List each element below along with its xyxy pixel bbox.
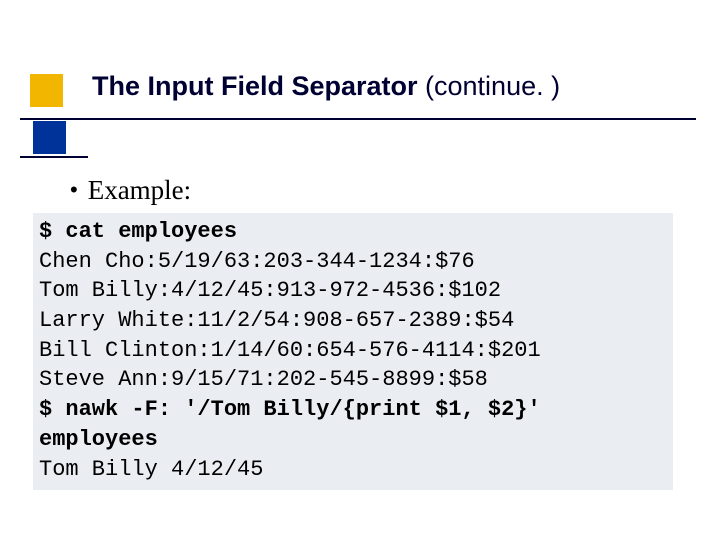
code-line: Tom Billy:4/12/45:913-972-4536:$102 <box>39 278 501 303</box>
code-line: Steve Ann:9/15/71:202-545-8899:$58 <box>39 367 488 392</box>
title-underline <box>20 118 696 120</box>
code-cmd-cat: $ cat employees <box>39 219 237 244</box>
code-cmd-nawk: $ nawk -F: '/Tom Billy/{print $1, $2}' <box>39 397 541 422</box>
slide-title: The Input Field Separator (continue. ) <box>92 70 680 104</box>
bullet-text: Example: <box>88 175 191 205</box>
code-output: Tom Billy 4/12/45 <box>39 457 263 482</box>
decor-short-rule <box>20 156 88 158</box>
bullet-dot-icon: • <box>70 177 88 202</box>
slide: The Input Field Separator (continue. ) •… <box>0 0 720 540</box>
decor-blue-square <box>33 121 66 154</box>
title-continue: (continue. ) <box>418 71 561 101</box>
code-line: Chen Cho:5/19/63:203-344-1234:$76 <box>39 249 475 274</box>
bullet-example: •Example: <box>70 175 191 206</box>
code-line: Larry White:11/2/54:908-657-2389:$54 <box>39 308 514 333</box>
code-line: Bill Clinton:1/14/60:654-576-4114:$201 <box>39 338 541 363</box>
title-main: The Input Field Separator <box>92 71 418 101</box>
decor-gold-square <box>30 74 63 107</box>
code-cmd-nawk-arg: employees <box>39 427 158 452</box>
code-block: $ cat employees Chen Cho:5/19/63:203-344… <box>33 213 673 490</box>
